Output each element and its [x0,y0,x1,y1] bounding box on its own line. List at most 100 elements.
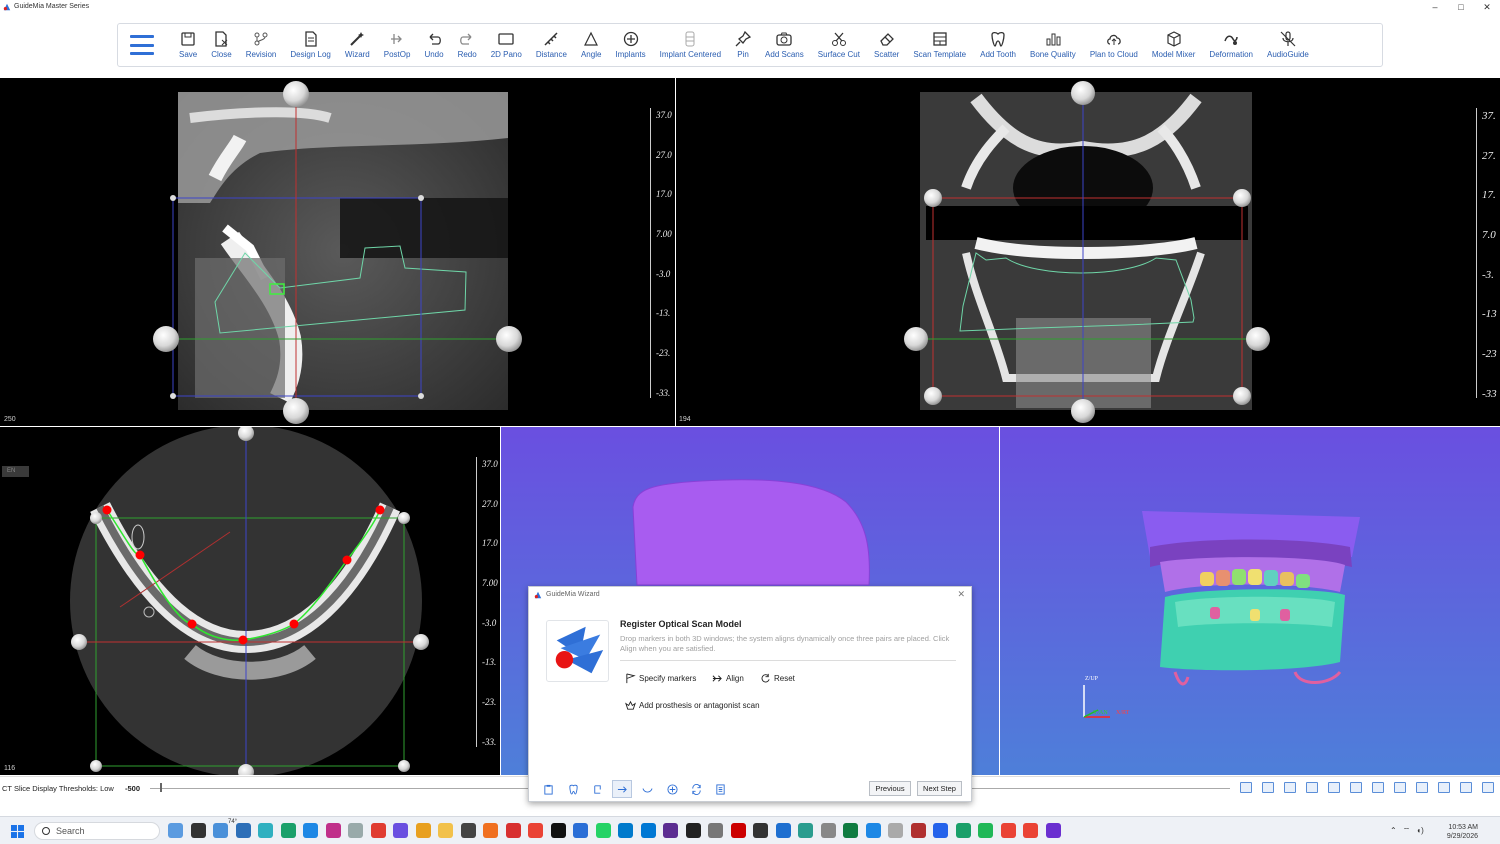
taskbar-app-icon[interactable] [640,823,656,838]
taskbar-app-icon[interactable] [528,823,543,838]
axial-viewport[interactable]: EN 37.0 27.0 17.0 7.00 -3.0 -13. -23. -3… [0,427,500,775]
toolbar-surface-cut-button[interactable]: Surface Cut [811,25,867,65]
tooth-icon[interactable] [565,781,581,797]
coronal-viewport[interactable]: 37. 27. 17. 7.0 -3. -13 -23 -33 194 [676,78,1500,426]
taskbar-app-icon[interactable] [258,823,273,838]
toolbar-implant-centered-button[interactable]: Implant Centered [653,25,728,65]
taskbar-app-icon[interactable] [213,823,228,838]
toolbar-redo-button[interactable]: Redo [451,25,484,65]
taskbar-app-icon[interactable] [685,823,701,838]
layout-icon[interactable] [1394,782,1406,793]
taskbar-app-icon[interactable] [730,823,746,838]
chevron-up-icon[interactable]: ⌃ [1390,826,1397,836]
toolbar-revision-button[interactable]: Revision [239,25,284,65]
taskbar-app-icon[interactable] [348,823,363,838]
threshold-slider-handle[interactable] [160,783,162,792]
layout-icon[interactable] [1372,782,1384,793]
taskbar-app-icon[interactable] [618,823,633,838]
taskbar-app-icon[interactable] [235,823,251,838]
toolbar-close-button[interactable]: Close [204,25,238,65]
layout-icon[interactable] [1328,782,1340,793]
layout-icon[interactable] [1350,782,1362,793]
layout-icon[interactable] [1438,782,1450,793]
taskbar-app-icon[interactable] [460,823,476,838]
toolbar-model-mixer-button[interactable]: Model Mixer [1145,25,1203,65]
minimize-button[interactable]: – [1422,0,1448,14]
implant-add-icon[interactable] [664,781,680,797]
toolbar-pin-button[interactable]: Pin [728,25,758,65]
add-prosthesis-button[interactable]: Add prosthesis or antagonist scan [625,700,760,711]
arch-icon[interactable] [639,781,655,797]
taskbar-app-icon[interactable] [280,823,296,838]
taskbar-app-icon[interactable] [978,823,993,838]
clock[interactable]: 10:53 AM 9/29/2026 [1447,823,1478,841]
taskbar-app-icon[interactable] [190,823,206,838]
clipboard-icon[interactable] [540,781,556,797]
sync-icon[interactable] [688,781,704,797]
maximize-button[interactable]: □ [1448,0,1474,14]
taskbar-app-icon[interactable] [775,823,791,838]
taskbar-app-icon[interactable] [370,823,386,838]
taskbar-app-icon[interactable] [483,823,498,838]
align-step-icon[interactable] [612,780,632,798]
toolbar-add-tooth-button[interactable]: Add Tooth [973,25,1023,65]
toolbar-add-scans-button[interactable]: Add Scans [758,25,811,65]
taskbar-app-icon[interactable] [438,823,453,838]
toolbar-undo-button[interactable]: Undo [417,25,450,65]
windows-start-icon[interactable] [11,825,24,838]
layout-icon[interactable] [1240,782,1252,793]
toolbar-save-button[interactable]: Save [172,25,204,65]
toolbar-scan-template-button[interactable]: Scan Template [906,25,973,65]
layout-icon[interactable] [1482,782,1494,793]
toolbar-plan-to-cloud-button[interactable]: Plan to Cloud [1083,25,1145,65]
layout-icon[interactable] [1306,782,1318,793]
taskbar-app-icon[interactable] [325,823,341,838]
taskbar-app-icon[interactable] [708,823,723,838]
taskbar-app-icon[interactable] [888,823,903,838]
toolbar-postop-button[interactable]: PostOp [377,25,418,65]
taskbar-app-icon[interactable] [663,823,678,838]
volume-icon[interactable]: ◖) [1416,826,1424,836]
taskbar-app-icon[interactable] [393,823,408,838]
toolbar-angle-button[interactable]: Angle [574,25,608,65]
taskbar-app-icon[interactable] [798,823,813,838]
taskbar-app-icon[interactable] [505,823,521,838]
sagittal-viewport[interactable]: 37.0 27.0 17.0 7.00 -3.0 -13. -23. -33. … [0,78,675,426]
taskbar-app-icon[interactable] [1045,823,1061,838]
layout-icon[interactable] [1262,782,1274,793]
align-button[interactable]: Align [712,673,744,684]
specify-markers-button[interactable]: Specify markers [625,673,696,684]
taskbar-app-icon[interactable] [595,823,611,838]
toolbar-2d-pano-button[interactable]: 2D Pano [484,25,529,65]
threshold-slider-track[interactable] [150,788,530,789]
toolbar-wizard-button[interactable]: Wizard [338,25,377,65]
taskbar-app-icon[interactable] [573,823,588,838]
taskbar-app-icon[interactable] [933,823,948,838]
toolbar-scatter-button[interactable]: Scatter [867,25,906,65]
taskbar-app-icon[interactable] [168,823,183,838]
next-step-button[interactable]: Next Step [917,781,962,796]
model-viewport-right[interactable]: Z/UP X/RT Y/AN [1000,427,1500,775]
toolbar-distance-button[interactable]: Distance [529,25,574,65]
menu-icon[interactable] [130,35,154,55]
taskbar-app-icon[interactable] [1023,823,1038,838]
taskbar-search[interactable]: Search [34,822,160,840]
taskbar-app-icon[interactable] [910,823,926,838]
layout-icon[interactable] [1284,782,1296,793]
toolbar-implants-button[interactable]: Implants [608,25,652,65]
taskbar-app-icon[interactable] [415,823,431,838]
layout-icon[interactable] [1416,782,1428,793]
dialog-close-icon[interactable]: ✕ [957,589,965,600]
report-icon[interactable] [712,781,728,797]
reset-button[interactable]: Reset [760,673,795,684]
toolbar-deformation-button[interactable]: Deformation [1202,25,1260,65]
taskbar-app-icon[interactable] [753,823,768,838]
taskbar-app-icon[interactable] [820,823,836,838]
threshold-slider-track-high[interactable] [972,788,1230,789]
close-window-button[interactable]: ✕ [1474,0,1500,14]
toolbar-audioguide-button[interactable]: AudioGuide [1260,25,1316,65]
taskbar-app-icon[interactable] [865,823,881,838]
scan-rotate-icon[interactable] [589,781,605,797]
taskbar-app-icon[interactable] [1000,823,1016,838]
previous-button[interactable]: Previous [869,781,911,796]
